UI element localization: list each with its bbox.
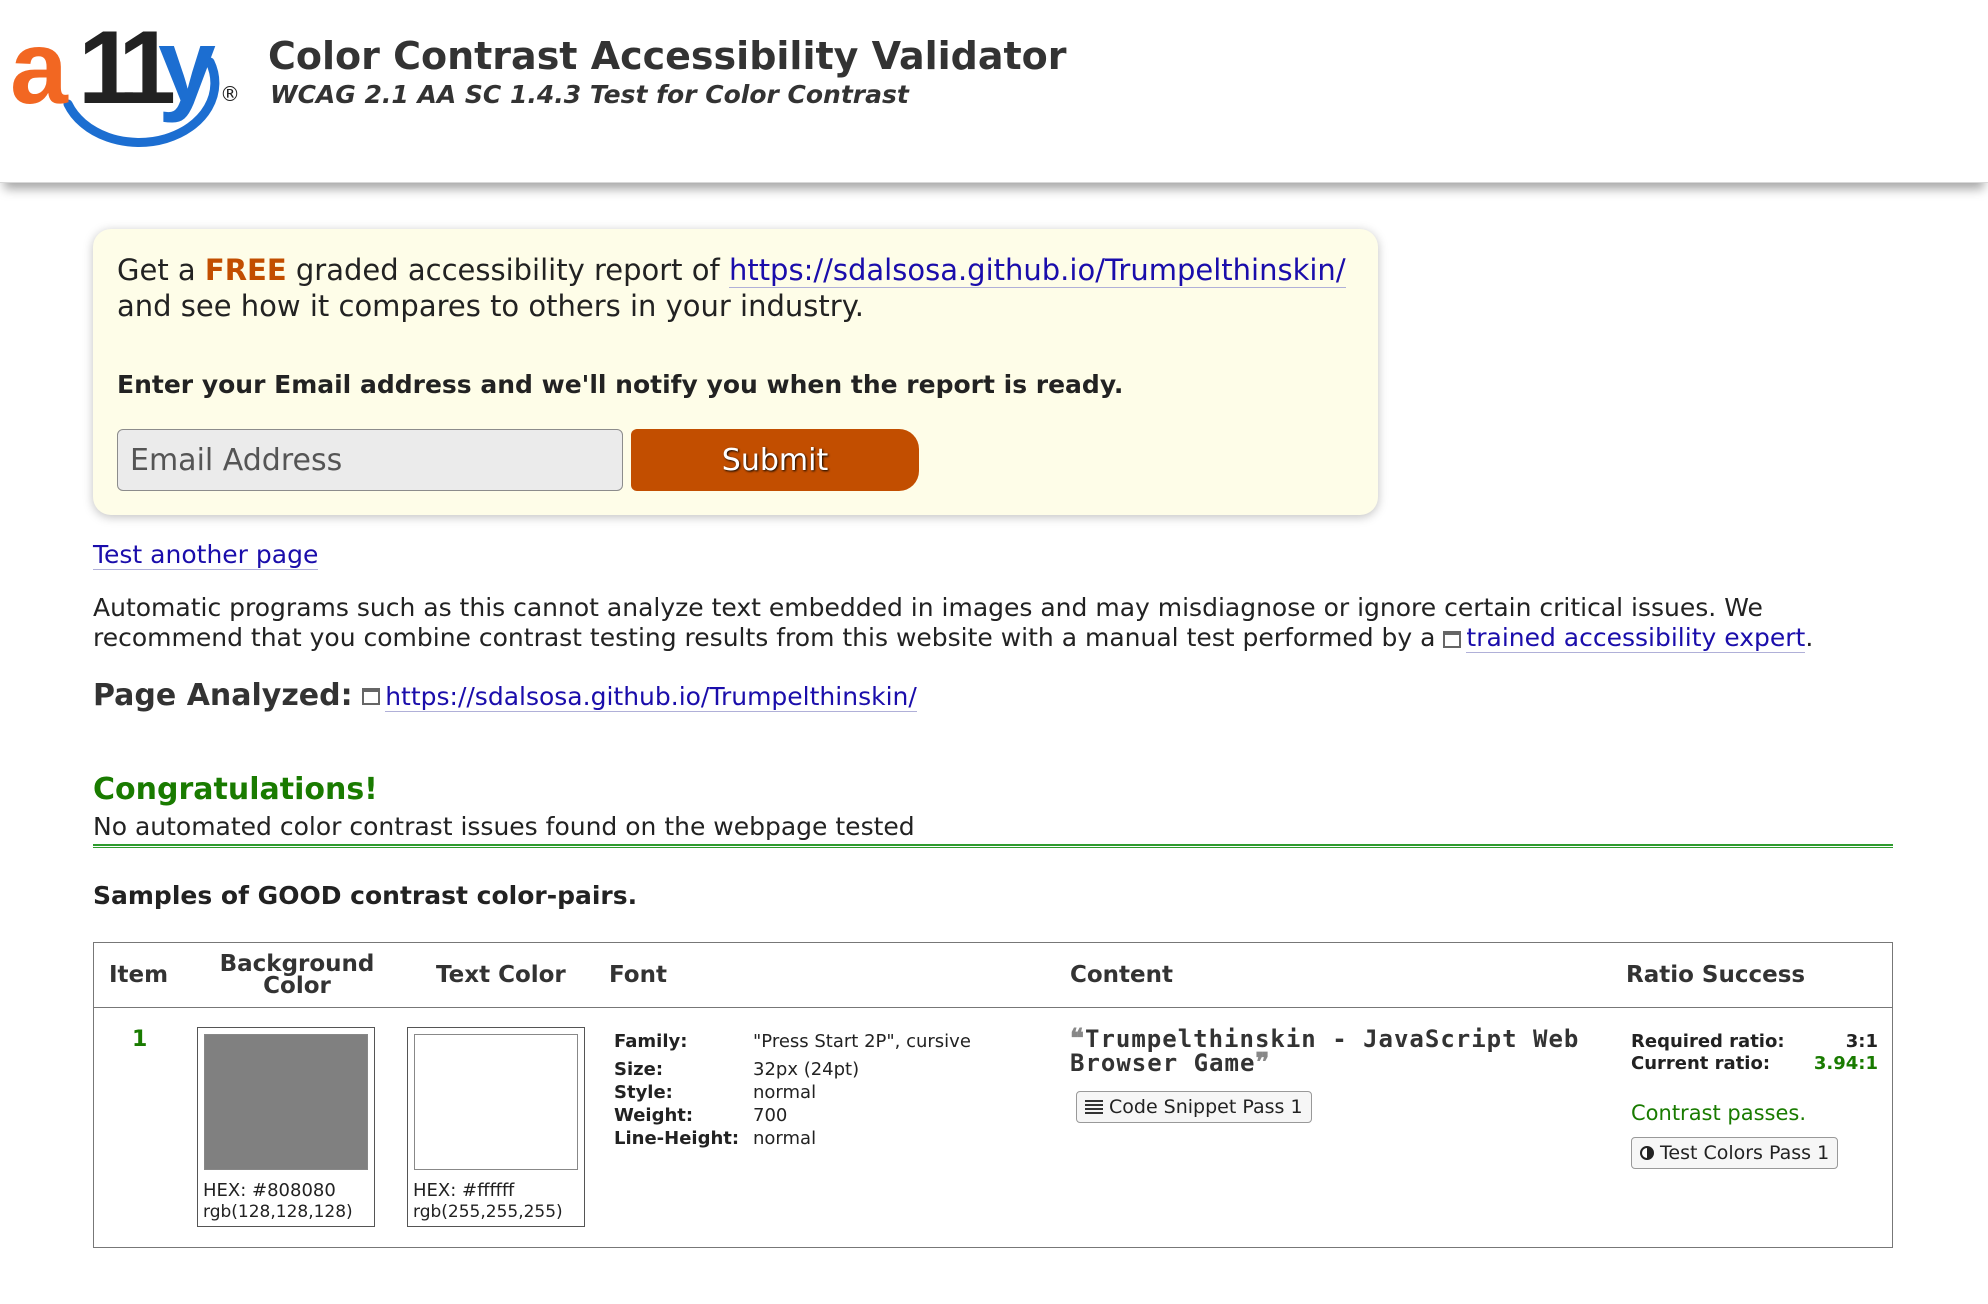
contrast-icon <box>1640 1146 1654 1160</box>
disclaimer-end: . <box>1805 623 1814 652</box>
close-quote-icon: ❞ <box>1255 1048 1271 1078</box>
font-family-value: "Press Start 2P", cursive <box>753 1031 971 1052</box>
column-header-background: Background Color <box>219 951 375 999</box>
text-color-swatch <box>414 1034 578 1170</box>
font-weight-value: 700 <box>753 1105 788 1126</box>
samples-heading: Samples of GOOD contrast color-pairs. <box>93 881 638 910</box>
content-text: Trumpelthinskin - JavaScript Web Browser… <box>1070 1025 1580 1077</box>
item-number: 1 <box>132 1027 148 1052</box>
submit-button[interactable]: Submit <box>631 429 919 491</box>
result-divider <box>93 844 1893 848</box>
logo-letter-a: a <box>10 10 68 126</box>
email-field[interactable] <box>117 429 623 491</box>
result-title: Congratulations! <box>93 772 378 807</box>
line-height-value: normal <box>753 1128 817 1149</box>
external-link-icon <box>1443 630 1462 648</box>
header-divider <box>94 1007 1892 1008</box>
required-ratio-label: Required ratio: <box>1631 1031 1785 1052</box>
background-swatch <box>204 1034 368 1170</box>
promo-line-1: Get a FREE graded accessibility report o… <box>117 253 1346 288</box>
column-header-font: Font <box>609 962 667 988</box>
a11y-logo[interactable]: a 11 y ® <box>10 14 240 164</box>
disclaimer-text: Automatic programs such as this cannot a… <box>93 593 1903 653</box>
test-colors-label: Test Colors Pass 1 <box>1660 1142 1830 1164</box>
background-color-sample: HEX: #808080 rgb(128,128,128) <box>197 1027 375 1227</box>
color-pairs-table: Item Background Color Text Color Font Co… <box>93 942 1893 1248</box>
logo-letter-y: y <box>158 8 216 124</box>
site-header: a 11 y ® Color Contrast Accessibility Va… <box>0 0 1988 183</box>
background-rgb: rgb(128,128,128) <box>203 1202 353 1222</box>
code-snippet-button[interactable]: Code Snippet Pass 1 <box>1076 1091 1312 1123</box>
test-colors-button[interactable]: Test Colors Pass 1 <box>1631 1137 1839 1169</box>
required-ratio-value: 3:1 <box>1845 1031 1878 1052</box>
page-analyzed: Page Analyzed: https://sdalsosa.github.i… <box>93 678 917 713</box>
column-header-content: Content <box>1070 962 1174 988</box>
column-header-ratio: Ratio Success <box>1626 962 1806 988</box>
promo-line-2: and see how it compares to others in you… <box>117 289 864 323</box>
background-hex: HEX: #808080 <box>203 1180 336 1201</box>
site-subtitle: WCAG 2.1 AA SC 1.4.3 Test for Color Cont… <box>270 80 909 109</box>
promo-graded-text: graded accessibility report of <box>286 253 729 287</box>
external-link-icon <box>362 688 381 705</box>
text-color-sample: HEX: #ffffff rgb(255,255,255) <box>407 1027 585 1227</box>
free-report-promo: Get a FREE graded accessibility report o… <box>93 229 1378 515</box>
column-header-item: Item <box>109 962 169 988</box>
lines-icon <box>1085 1100 1103 1114</box>
font-size-value: 32px (24pt) <box>753 1059 860 1080</box>
site-title: Color Contrast Accessibility Validator <box>268 34 1067 78</box>
text-color-rgb: rgb(255,255,255) <box>413 1202 563 1222</box>
current-ratio-value: 3.94:1 <box>1813 1053 1878 1074</box>
analyzed-url-link[interactable]: https://sdalsosa.github.io/Trumpelthinsk… <box>385 682 917 712</box>
page-analyzed-label: Page Analyzed: <box>93 678 353 713</box>
font-style-label: Style: <box>614 1082 673 1103</box>
column-header-text-color: Text Color <box>436 962 566 988</box>
contrast-status: Contrast passes. <box>1631 1101 1807 1125</box>
registered-mark: ® <box>220 82 240 106</box>
text-color-hex: HEX: #ffffff <box>413 1180 515 1201</box>
font-weight-label: Weight: <box>614 1105 694 1126</box>
current-ratio-label: Current ratio: <box>1631 1053 1771 1074</box>
content-sample: ❝Trumpelthinskin - JavaScript Web Browse… <box>1070 1025 1610 1078</box>
test-another-page-link[interactable]: Test another page <box>93 540 319 570</box>
result-message: No automated color contrast issues found… <box>93 812 915 841</box>
code-snippet-label: Code Snippet Pass 1 <box>1109 1096 1303 1118</box>
trained-expert-link[interactable]: trained accessibility expert <box>1466 623 1806 653</box>
promo-report-url-link[interactable]: https://sdalsosa.github.io/Trumpelthinsk… <box>728 253 1346 288</box>
font-size-label: Size: <box>614 1059 664 1080</box>
logo-number-11: 11 <box>78 10 176 126</box>
font-style-value: normal <box>753 1082 817 1103</box>
promo-get-a: Get a <box>117 253 205 287</box>
line-height-label: Line-Height: <box>614 1128 740 1149</box>
promo-notify-text: Enter your Email address and we'll notif… <box>117 370 1124 399</box>
promo-free-badge: FREE <box>204 253 287 287</box>
font-family-label: Family: <box>614 1031 688 1052</box>
